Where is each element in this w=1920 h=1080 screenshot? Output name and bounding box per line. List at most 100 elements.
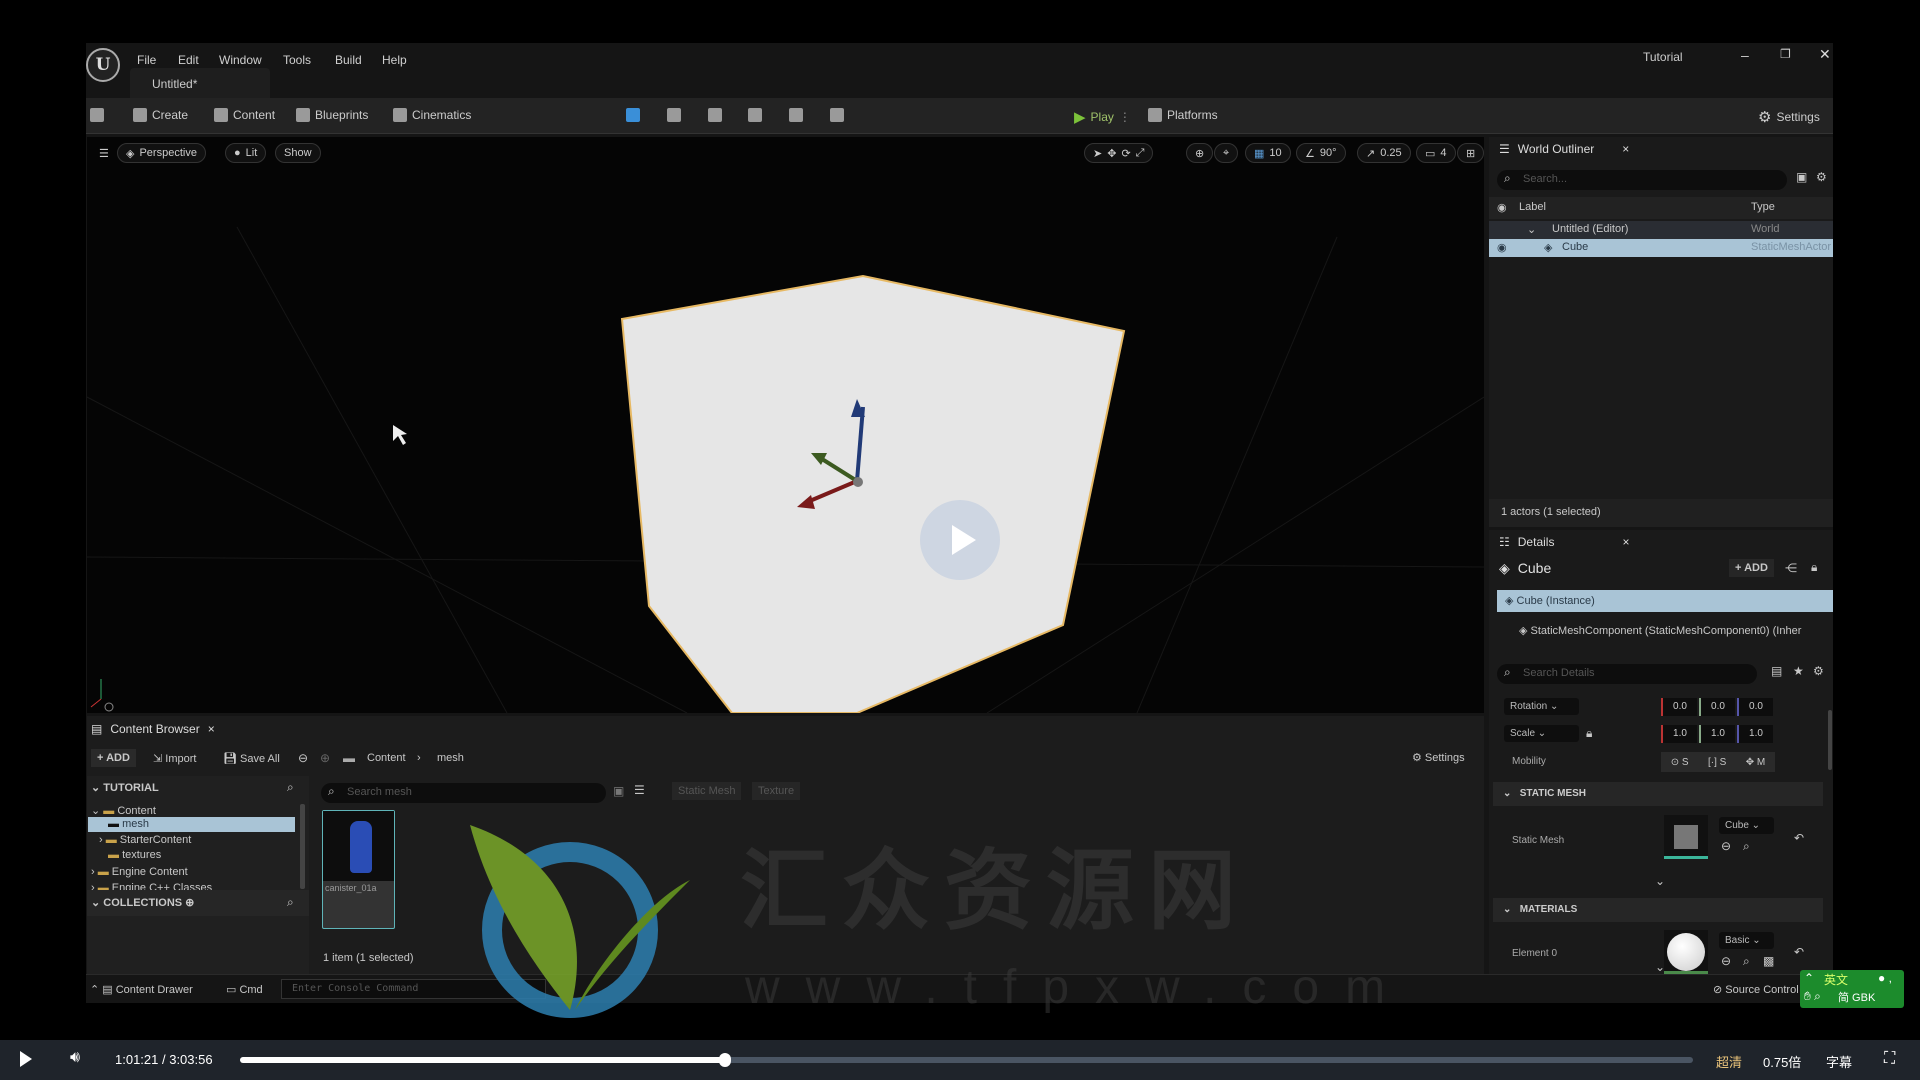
close-tab-icon[interactable]: × — [1622, 142, 1629, 156]
mobility-static[interactable]: ⊙ S — [1671, 757, 1689, 768]
scale-y[interactable]: 1.0 — [1699, 725, 1735, 743]
close-tab-icon[interactable]: × — [208, 722, 215, 736]
outliner-search-input[interactable]: Search... — [1497, 170, 1787, 190]
breadcrumb-content[interactable]: Content — [367, 752, 406, 764]
blueprint-icon[interactable]: ⋲ — [1785, 561, 1797, 575]
save-icon[interactable] — [90, 108, 104, 122]
checker-icon[interactable]: ▩ — [1763, 954, 1774, 968]
menu-help[interactable]: Help — [382, 53, 407, 67]
transform-tools[interactable]: ➤ ✥ ⟳ ⤢ — [1084, 143, 1154, 163]
scale-icon[interactable]: ⤢ — [1136, 147, 1145, 160]
search-icon[interactable]: ⌕ — [287, 895, 294, 910]
close-button[interactable]: ✕ — [1819, 46, 1831, 63]
world-outliner-tab[interactable]: ☰ World Outliner × — [1499, 142, 1629, 156]
world-local-icon[interactable]: ⊕ — [1186, 143, 1214, 163]
show-button[interactable]: Show — [275, 143, 321, 163]
gear-icon[interactable]: ⚙ — [1813, 664, 1824, 678]
add-folder-icon[interactable]: ▣ — [1796, 170, 1807, 184]
content-drawer-button[interactable]: ⌃ ▤ Content Drawer — [90, 983, 193, 996]
use-selected-icon[interactable]: ⊖ — [1721, 839, 1731, 853]
filter-texture[interactable]: Texture — [752, 782, 801, 800]
col-type[interactable]: Type — [1751, 201, 1775, 213]
content-button[interactable]: Content — [214, 108, 275, 122]
surface-snap-icon[interactable]: ⌖ — [1214, 143, 1239, 163]
tree-item-engine-cpp[interactable]: › ▬ Engine C++ Classes — [91, 880, 309, 890]
foliage-mode-icon[interactable] — [708, 108, 722, 122]
maximize-button[interactable]: ❐ — [1780, 47, 1791, 61]
menu-window[interactable]: Window — [219, 53, 262, 67]
tutorial-header[interactable]: ⌄ TUTORIAL — [91, 781, 159, 794]
asset-search-input[interactable]: Search mesh — [321, 783, 606, 803]
play-button[interactable]: ▶ Play ⋮ — [1074, 108, 1131, 126]
video-play-overlay-button[interactable] — [920, 500, 1000, 580]
visibility-icon[interactable]: ◉ — [1497, 241, 1507, 254]
select-mode-icon[interactable] — [626, 108, 640, 122]
expand-icon[interactable]: ⌄ — [1655, 874, 1665, 888]
menu-file[interactable]: File — [137, 53, 156, 67]
select-icon[interactable]: ➤ — [1093, 147, 1102, 160]
import-button[interactable]: ⇲ Import — [153, 752, 196, 765]
camera-speed-button[interactable]: ▭ 4 — [1416, 143, 1456, 163]
perspective-button[interactable]: ◈ Perspective — [117, 143, 206, 163]
star-icon[interactable]: ★ — [1793, 664, 1804, 678]
static-mesh-dropdown[interactable]: Cube ⌄ — [1719, 817, 1774, 834]
details-search-input[interactable]: Search Details — [1497, 664, 1757, 684]
viewport-layout-icon[interactable]: ⊞ — [1457, 143, 1484, 163]
visibility-icon[interactable]: ◉ — [1497, 201, 1507, 214]
search-icon[interactable]: ⌕ — [287, 780, 294, 795]
brush-mode-icon[interactable] — [830, 108, 844, 122]
rotation-y[interactable]: 0.0 — [1699, 698, 1735, 716]
rotation-x[interactable]: 0.0 — [1661, 698, 1697, 716]
progress-handle[interactable] — [718, 1053, 731, 1067]
subtitle-button[interactable]: 字幕 — [1826, 1052, 1852, 1071]
asset-tile-canister[interactable]: canister_01a — [322, 810, 395, 929]
add-component-button[interactable]: + ADD — [1729, 559, 1774, 577]
grid-snap-button[interactable]: ▦ 10 — [1245, 143, 1291, 163]
component-instance-row[interactable]: ◈ Cube (Instance) — [1497, 590, 1833, 612]
save-search-icon[interactable]: ▣ — [613, 784, 624, 798]
mobility-movable[interactable]: ✥ M — [1746, 757, 1766, 768]
expand-icon[interactable]: ⌄ — [1527, 223, 1536, 236]
browse-icon[interactable]: ⌕ — [1743, 839, 1750, 854]
tree-scrollbar[interactable] — [300, 804, 305, 889]
material-dropdown[interactable]: Basic ⌄ — [1719, 932, 1774, 949]
reset-icon[interactable]: ↶ — [1794, 945, 1804, 959]
progress-track[interactable] — [240, 1053, 1693, 1067]
outliner-row-cube[interactable]: ◉ ◈ Cube StaticMeshActor — [1489, 239, 1833, 257]
material-thumbnail[interactable] — [1664, 930, 1708, 974]
minimize-button[interactable]: – — [1741, 47, 1749, 63]
source-control-button[interactable]: ⊘ Source Control — [1713, 983, 1799, 996]
volume-icon[interactable]: 🔊︎ — [70, 1049, 80, 1067]
browse-icon[interactable]: ⌕ — [1743, 954, 1750, 969]
speed-button[interactable]: 0.75倍 — [1763, 1052, 1801, 1071]
mobility-toggle[interactable]: ⊙ S [·] S ✥ M — [1661, 752, 1775, 772]
scale-dropdown[interactable]: Scale ⌄ — [1504, 725, 1579, 742]
cmd-button[interactable]: ▭ Cmd — [226, 983, 263, 996]
rotation-dropdown[interactable]: Rotation ⌄ — [1504, 698, 1579, 715]
lock-icon[interactable]: 🔒︎ — [1586, 726, 1592, 741]
forward-icon[interactable]: ⊕ — [320, 751, 330, 765]
content-browser-tab[interactable]: ▤ Content Browser × — [91, 722, 215, 736]
mesh-paint-mode-icon[interactable] — [748, 108, 762, 122]
component-row[interactable]: ◈ StaticMeshComponent (StaticMeshCompone… — [1519, 624, 1801, 637]
viewport-menu-icon[interactable]: ☰ — [91, 143, 117, 163]
save-all-button[interactable]: 💾︎ Save All — [223, 752, 280, 765]
rotate-icon[interactable]: ⟳ — [1121, 147, 1130, 160]
scale-x[interactable]: 1.0 — [1661, 725, 1697, 743]
menu-tools[interactable]: Tools — [283, 53, 311, 67]
create-button[interactable]: Create — [133, 108, 188, 122]
cinematics-button[interactable]: Cinematics — [393, 108, 471, 122]
play-button[interactable] — [20, 1051, 32, 1067]
details-tab[interactable]: ☷ Details × — [1499, 535, 1629, 549]
collections-header[interactable]: ⌄ COLLECTIONS ⊕ — [87, 890, 309, 916]
blueprints-button[interactable]: Blueprints — [296, 108, 368, 122]
expand-icon[interactable]: ⌄ — [1655, 960, 1665, 974]
platforms-button[interactable]: Platforms — [1148, 108, 1218, 122]
table-view-icon[interactable]: ▤ — [1771, 664, 1782, 678]
quality-button[interactable]: 超清 — [1716, 1052, 1742, 1071]
level-viewport[interactable]: ☰ ◈ Perspective ● Lit Show ➤ ✥ ⟳ ⤢ ⊕ ⌖ ▦ 10 ∠ 9… — [87, 137, 1484, 713]
add-button[interactable]: + ADD — [91, 749, 136, 767]
filter-static-mesh[interactable]: Static Mesh — [672, 782, 742, 800]
col-label[interactable]: Label — [1519, 201, 1546, 213]
mobility-stationary[interactable]: [·] S — [1708, 757, 1726, 768]
